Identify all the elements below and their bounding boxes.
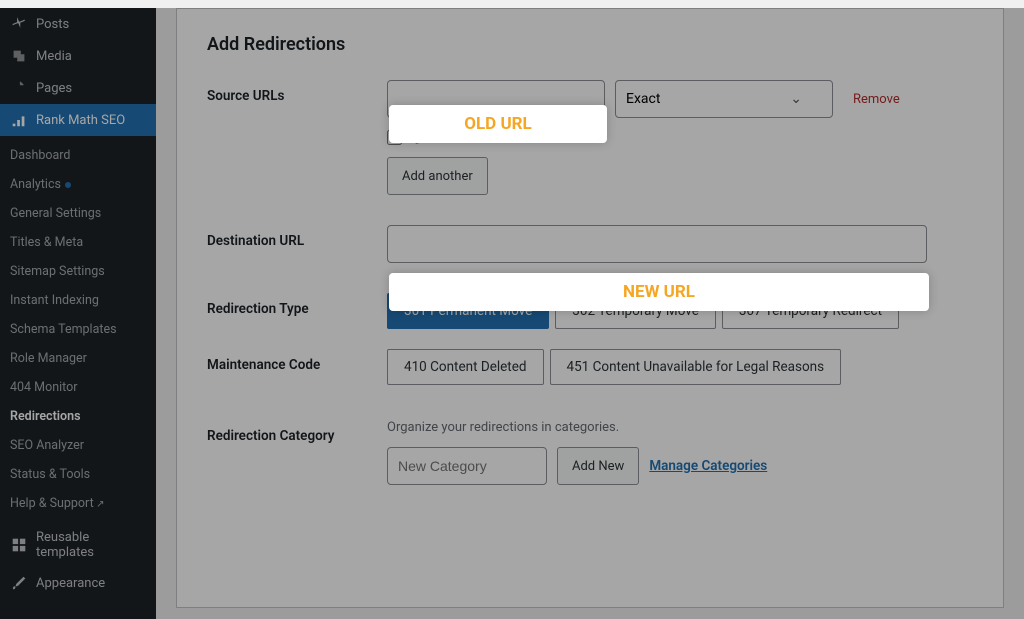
sidebar-item-appearance[interactable]: Appearance [0, 567, 156, 599]
rankmath-icon [10, 111, 28, 129]
sidebar-item-pages[interactable]: Pages [0, 72, 156, 104]
category-help: Organize your redirections in categories… [387, 420, 973, 435]
sidebar-label: Reusable templates [36, 530, 148, 560]
panel-title: Add Redirections [207, 34, 973, 55]
category-label: Redirection Category [207, 420, 387, 444]
annotation-new-url: NEW URL [389, 273, 929, 311]
option-451[interactable]: 451 Content Unavailable for Legal Reason… [550, 349, 842, 385]
add-new-category-button[interactable]: Add New [557, 447, 639, 485]
sidebar-item-posts[interactable]: Posts [0, 8, 156, 40]
sidebar-item-rankmath[interactable]: Rank Math SEO [0, 104, 156, 136]
sidebar-sub-sitemap[interactable]: Sitemap Settings [0, 257, 156, 286]
main-content: Add Redirections Source URLs Exact ⌄ Rem… [156, 8, 1024, 619]
sidebar-sub-role-manager[interactable]: Role Manager [0, 344, 156, 373]
sidebar-label: Pages [36, 81, 72, 96]
sidebar-sub-404[interactable]: 404 Monitor [0, 373, 156, 402]
sidebar-sub-help[interactable]: Help & Support [0, 489, 156, 518]
sidebar-item-media[interactable]: Media [0, 40, 156, 72]
remove-link[interactable]: Remove [853, 92, 900, 107]
sidebar-label: Media [36, 49, 72, 64]
sidebar-label: Appearance [36, 576, 105, 591]
source-urls-label: Source URLs [207, 80, 387, 104]
sidebar-sub-dashboard[interactable]: Dashboard [0, 141, 156, 170]
admin-sidebar: Posts Media Pages Rank Math SEO Dashboar… [0, 8, 156, 619]
pushpin-icon [10, 15, 28, 33]
brush-icon [10, 574, 28, 592]
sidebar-sub-redirections[interactable]: Redirections [0, 402, 156, 431]
notification-dot [65, 182, 71, 188]
chevron-down-icon: ⌄ [790, 91, 802, 107]
media-icon [10, 47, 28, 65]
category-row-wrap: Redirection Category Organize your redir… [207, 420, 973, 485]
sidebar-label: Posts [36, 17, 69, 32]
destination-url-input[interactable] [387, 225, 927, 263]
manage-categories-link[interactable]: Manage Categories [649, 458, 767, 474]
sidebar-sub-instant-indexing[interactable]: Instant Indexing [0, 286, 156, 315]
sidebar-sub-schema[interactable]: Schema Templates [0, 315, 156, 344]
maintenance-code-row: Maintenance Code 410 Content Deleted 451… [207, 349, 973, 385]
add-another-button[interactable]: Add another [387, 157, 488, 195]
sidebar-sub-titles-meta[interactable]: Titles & Meta [0, 228, 156, 257]
destination-label: Destination URL [207, 225, 387, 249]
sidebar-sub-general-settings[interactable]: General Settings [0, 199, 156, 228]
page-icon [10, 79, 28, 97]
option-410[interactable]: 410 Content Deleted [387, 349, 544, 385]
sidebar-label: Rank Math SEO [36, 113, 125, 128]
new-category-input[interactable] [387, 447, 547, 485]
annotation-old-url: OLD URL [389, 105, 607, 143]
blocks-icon [10, 536, 28, 554]
sidebar-sub-analytics[interactable]: Analytics [0, 170, 156, 199]
maintenance-code-label: Maintenance Code [207, 349, 387, 373]
sidebar-item-reusable[interactable]: Reusable templates [0, 523, 156, 567]
sidebar-sub-status[interactable]: Status & Tools [0, 460, 156, 489]
match-type-value: Exact [626, 91, 660, 107]
match-type-select[interactable]: Exact ⌄ [615, 80, 833, 118]
redirection-type-label: Redirection Type [207, 293, 387, 317]
sidebar-sub-seo-analyzer[interactable]: SEO Analyzer [0, 431, 156, 460]
destination-row: Destination URL [207, 225, 973, 263]
